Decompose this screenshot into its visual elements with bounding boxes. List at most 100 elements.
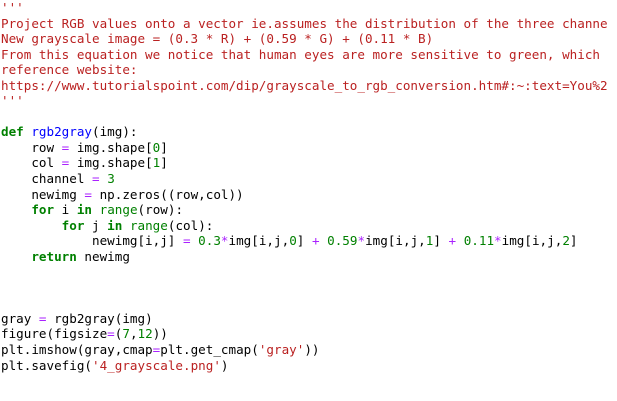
- string-token: ''': [1, 0, 24, 15]
- code-line: channel = 3: [1, 171, 608, 187]
- operator-token: =: [84, 186, 92, 202]
- code-text: (img):: [92, 124, 138, 140]
- code-line: return newimg: [1, 249, 608, 265]
- code-line: row = img.shape[0]: [1, 140, 608, 156]
- code-line: for i in range(row):: [1, 202, 608, 218]
- code-line: From this equation we notice that human …: [1, 47, 608, 63]
- number-token: 12: [137, 326, 153, 342]
- operator-token: +: [311, 233, 320, 249]
- code-text: plt.savefig(: [1, 357, 92, 373]
- code-text: rgb2gray(img): [46, 310, 153, 326]
- code-text: ,: [129, 326, 138, 342]
- code-text: figure(figsize: [1, 326, 108, 342]
- code-text: (row):: [137, 202, 184, 218]
- number-token: 0: [289, 233, 297, 249]
- code-text: plt.get_cmap(: [160, 342, 259, 358]
- code-text: channel: [1, 171, 92, 187]
- string-token: '4_grayscale.png': [92, 357, 221, 373]
- code-editor[interactable]: ''' Project RGB values onto a vector ie.a…: [1, 0, 608, 373]
- code-text: i: [54, 202, 77, 218]
- code-text: newimg: [76, 248, 130, 264]
- number-token: 0.3: [198, 233, 221, 249]
- code-text: img.shape[: [69, 139, 153, 155]
- keyword-token: return: [31, 248, 77, 264]
- code-text: j: [84, 217, 108, 233]
- code-line: for j in range(col):: [1, 218, 608, 234]
- code-text: row: [1, 139, 62, 155]
- code-text: newimg: [1, 186, 85, 202]
- code-text: img[i,j,: [501, 233, 563, 249]
- code-line: gray = rgb2gray(img): [1, 311, 608, 327]
- code-text: ]: [569, 233, 578, 249]
- code-line: ''': [1, 0, 608, 16]
- string-token: 'gray': [258, 342, 305, 358]
- string-token: From this equation we notice that human …: [1, 46, 600, 62]
- code-line: figure(figsize=(7,12)): [1, 326, 608, 342]
- code-line: def rgb2gray(img):: [1, 124, 608, 140]
- function-name-token: rgb2gray: [31, 124, 93, 140]
- code-line: plt.savefig('4_grayscale.png'): [1, 358, 608, 374]
- keyword-token: for: [61, 217, 85, 233]
- number-token: 0.59: [327, 233, 358, 249]
- keyword-token: def: [1, 124, 24, 140]
- code-line: Project RGB values onto a vector ie.assu…: [1, 16, 608, 32]
- code-text: ]: [160, 155, 168, 171]
- code-line: https://www.tutorialspoint.com/dip/grays…: [1, 78, 608, 94]
- code-line: plt.imshow(gray,cmap=plt.get_cmap('gray'…: [1, 342, 608, 358]
- code-text: np.zeros((row,col)): [92, 186, 244, 202]
- keyword-token: for: [31, 202, 55, 218]
- code-text: img.shape[: [69, 155, 153, 171]
- builtin-token: range: [99, 202, 138, 218]
- code-text: ]: [433, 233, 449, 249]
- code-text: img[i,j,: [228, 233, 290, 249]
- number-token: 7: [122, 326, 130, 342]
- code-line: New grayscale image = (0.3 * R) + (0.59 …: [1, 31, 608, 47]
- keyword-token: in: [107, 217, 123, 233]
- builtin-token: range: [129, 217, 168, 233]
- operator-token: *: [220, 233, 229, 249]
- code-line: reference website:: [1, 62, 608, 78]
- code-text: ]: [160, 139, 168, 155]
- code-text: gray: [1, 310, 39, 326]
- code-text: (col):: [167, 217, 214, 233]
- operator-token: =: [38, 310, 47, 326]
- operator-token: =: [92, 171, 100, 187]
- operator-token: =: [182, 233, 191, 249]
- code-text: ): [220, 357, 229, 373]
- code-text: col: [1, 155, 62, 171]
- operator-token: +: [448, 233, 457, 249]
- code-line: ''': [1, 93, 608, 109]
- string-token: ''': [1, 93, 24, 109]
- string-token: reference website:: [1, 62, 138, 78]
- number-token: 0.11: [463, 233, 495, 249]
- code-line: newimg = np.zeros((row,col)): [1, 187, 608, 203]
- string-token: https://www.tutorialspoint.com/dip/grays…: [1, 77, 608, 93]
- code-text: plt.imshow(gray,cmap: [1, 342, 153, 358]
- operator-token: *: [494, 233, 502, 249]
- code-text: ]: [296, 233, 312, 249]
- code-text: )): [304, 342, 320, 358]
- operator-token: =: [107, 326, 115, 342]
- string-token: New grayscale image = (0.3 * R) + (0.59 …: [1, 31, 434, 47]
- keyword-token: in: [76, 202, 93, 218]
- code-text: newimg[i,j]: [1, 233, 183, 249]
- code-line: col = img.shape[1]: [1, 155, 608, 171]
- code-text: img[i,j,: [365, 233, 426, 249]
- operator-token: *: [357, 233, 366, 249]
- string-token: Project RGB values onto a vector ie.assu…: [1, 15, 608, 31]
- code-cell[interactable]: ''' Project RGB values onto a vector ie.a…: [0, 0, 617, 401]
- code-text: )): [152, 326, 168, 342]
- number-token: 3: [107, 171, 115, 187]
- number-token: 2: [562, 233, 570, 249]
- code-line: newimg[i,j] = 0.3*img[i,j,0] + 0.59*img[…: [1, 233, 608, 249]
